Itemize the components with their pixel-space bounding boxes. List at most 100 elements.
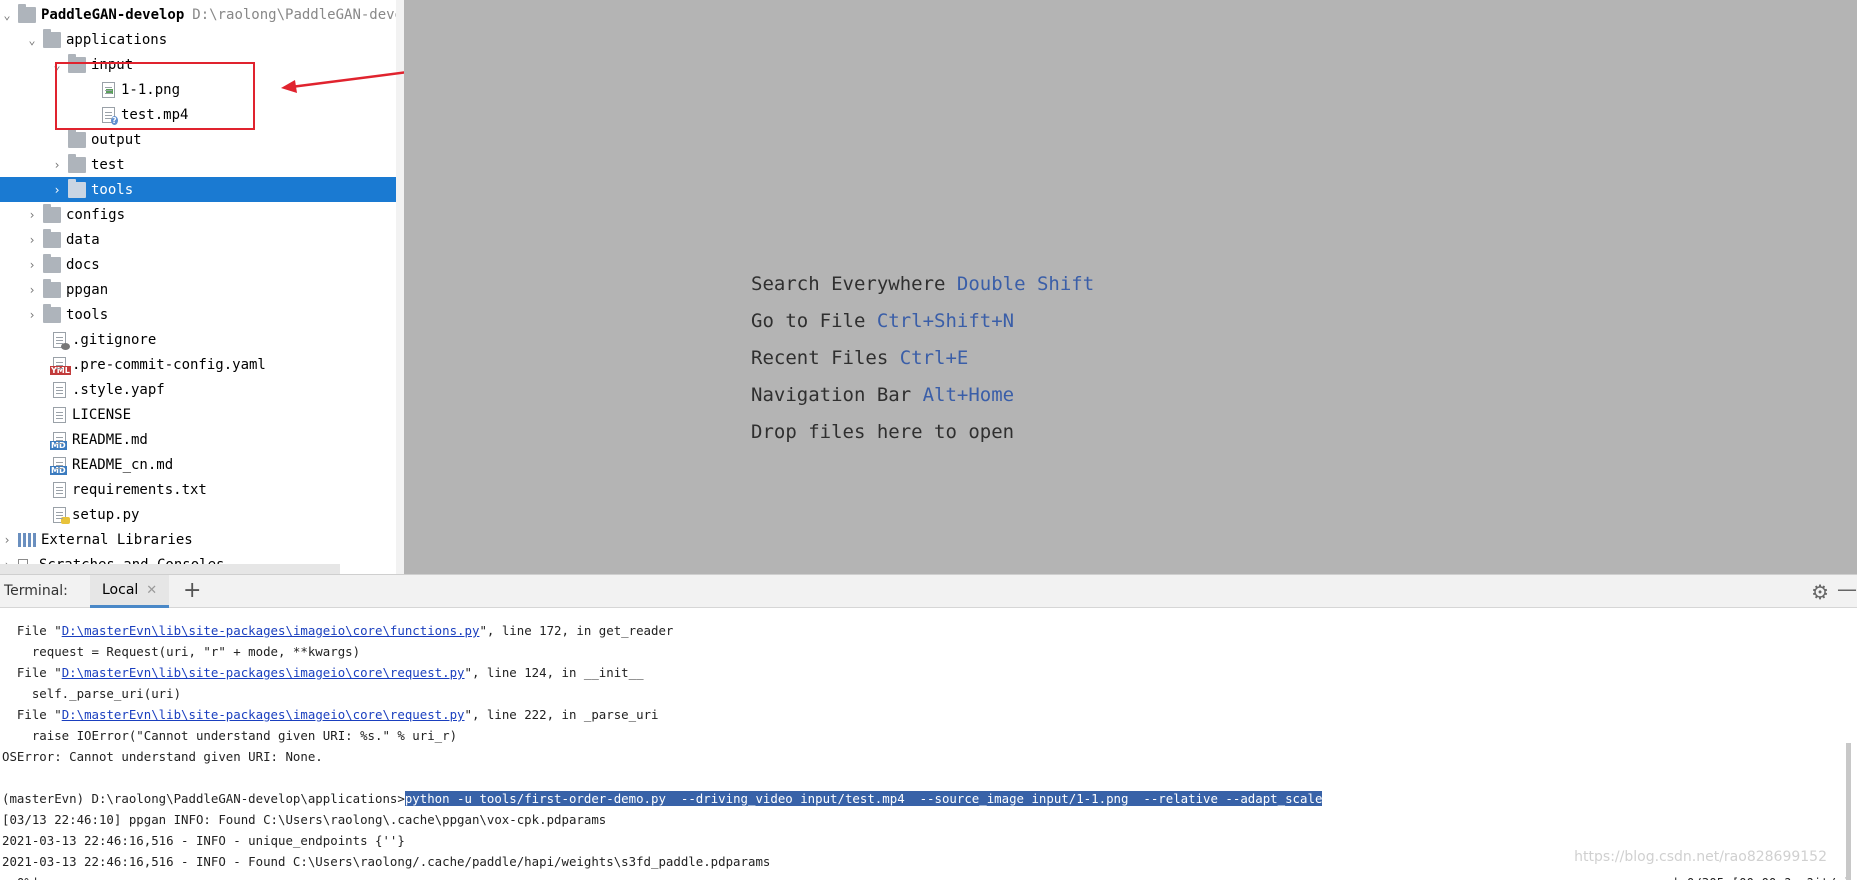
file-link[interactable]: D:\masterEvn\lib\site-packages\imageio\c… [62,623,480,638]
progress-right: | 0/305 [00:00<?, ?it/s] [1672,872,1851,880]
hint-recent-files: Recent Files Ctrl+E [751,347,968,369]
hint-go-to-file: Go to File Ctrl+Shift+N [751,310,1014,332]
tree-horizontal-scrollbar[interactable] [0,564,340,574]
tree-item-label: test.mp4 [121,106,189,123]
tree-item-tools-selected[interactable]: › tools [0,177,404,202]
chevron-down-icon[interactable]: ⌄ [25,33,39,47]
tree-item-label: tools [66,306,109,323]
tab-label: Local [102,582,139,598]
file-link[interactable]: D:\masterEvn\lib\site-packages\imageio\c… [62,707,465,722]
terminal-label: Terminal: [4,583,68,599]
terminal-line: self._parse_uri(uri) [2,686,182,701]
hint-navigation-bar: Navigation Bar Alt+Home [751,384,1014,406]
text-file-icon [53,406,66,423]
tree-item-label: ppgan [66,281,109,298]
tree-item-label: data [66,231,100,248]
terminal-command-line: (masterEvn) D:\raolong\PaddleGAN-develop… [2,788,1323,809]
chevron-right-icon[interactable]: › [0,533,14,547]
tree-item-pre-commit-config[interactable]: YML .pre-commit-config.yaml [0,352,404,377]
hint-label: Search Everywhere [751,273,946,295]
line-text: File " [2,707,62,722]
tree-item-applications[interactable]: ⌄ applications [0,27,404,52]
tree-item-style-yapf[interactable]: .style.yapf [0,377,404,402]
tree-item-ppgan[interactable]: › ppgan [0,277,404,302]
chevron-right-icon[interactable]: › [25,308,39,322]
line-text: ", line 172, in get_reader [479,623,674,638]
tree-item-license[interactable]: LICENSE [0,402,404,427]
tree-item-test[interactable]: › test [0,152,404,177]
hint-shortcut: Ctrl+E [899,347,969,369]
tree-item-requirements[interactable]: requirements.txt [0,477,404,502]
terminal-line: File "D:\masterEvn\lib\site-packages\ima… [2,662,644,683]
hint-search-everywhere: Search Everywhere Double Shift [751,273,1094,295]
chevron-right-icon[interactable]: › [50,183,64,197]
terminal-line: 2021-03-13 22:46:16,516 - INFO - Found C… [2,854,771,869]
tree-item-label: test [91,156,125,173]
folder-icon [43,203,61,223]
project-name: PaddleGAN-develop [41,6,185,23]
hint-shortcut: Double Shift [956,273,1095,295]
folder-icon [43,228,61,248]
markdown-file-icon: MD [50,431,67,450]
chevron-right-icon[interactable]: › [50,158,64,172]
shell-prompt: (masterEvn) D:\raolong\PaddleGAN-develop… [2,791,405,806]
chevron-down-icon[interactable]: ⌄ [0,8,14,22]
tree-item-label: applications [66,31,168,48]
folder-icon [43,303,61,323]
chevron-right-icon[interactable]: › [25,258,39,272]
tree-item-data[interactable]: › data [0,227,404,252]
chevron-right-icon[interactable]: › [25,233,39,247]
tree-item-test-mp4[interactable]: ? test.mp4 [0,102,404,127]
hint-label: Go to File [751,310,866,332]
tree-item-tools[interactable]: › tools [0,302,404,327]
library-icon [18,532,36,547]
tree-item-label: README_cn.md [72,456,174,473]
tree-item-label: External Libraries [41,531,193,548]
tab-local[interactable]: Local ✕ [90,575,170,608]
git-badge [61,342,70,350]
tree-item-docs[interactable]: › docs [0,252,404,277]
text-file-icon [53,381,66,398]
hint-drop-files: Drop files here to open [751,421,1014,443]
tree-item-label: tools [91,181,134,198]
folder-icon [68,128,86,148]
tree-item-setup-py[interactable]: setup.py [0,502,404,527]
gear-icon[interactable]: ⚙ [1811,580,1829,604]
yml-badge: YML [50,365,71,375]
selected-command[interactable]: python -u tools/first-order-demo.py --dr… [404,791,1323,806]
terminal-line: OSError: Cannot understand given URI: No… [2,749,323,764]
terminal-scrollbar[interactable] [1846,743,1851,880]
close-icon[interactable]: ✕ [146,583,157,598]
tree-item-project-root[interactable]: ⌄ PaddleGAN-develop D:\raolong\PaddleGAN… [0,2,404,27]
line-text: File " [2,665,62,680]
add-tab-icon[interactable]: + [183,578,201,604]
terminal-line: File "D:\masterEvn\lib\site-packages\ima… [2,620,674,641]
image-file-icon [102,81,115,98]
terminal-output[interactable]: File "D:\masterEvn\lib\site-packages\ima… [0,608,1857,880]
chevron-down-icon[interactable]: ⌄ [50,58,64,72]
folder-icon [68,153,86,173]
file-link[interactable]: D:\masterEvn\lib\site-packages\imageio\c… [62,665,465,680]
line-text: File " [2,623,62,638]
tree-item-external-libraries[interactable]: › External Libraries [0,527,404,552]
terminal-line: raise IOError("Cannot understand given U… [2,728,458,743]
tree-item-readme-cn[interactable]: MD README_cn.md [0,452,404,477]
tree-item-output[interactable]: output [0,127,404,152]
gitignore-file-icon [53,331,70,350]
chevron-right-icon[interactable]: › [25,283,39,297]
hint-shortcut: Ctrl+Shift+N [876,310,1015,332]
tree-item-label: requirements.txt [72,481,207,498]
tree-item-label: 1-1.png [121,81,181,98]
python-badge [61,516,70,524]
editor-empty-area[interactable]: Search Everywhere Double Shift Go to Fil… [404,0,1857,574]
line-text: ", line 222, in _parse_uri [464,707,659,722]
annotation-arrow-icon [281,71,404,93]
minimize-icon[interactable]: — [1837,577,1857,601]
tree-item-configs[interactable]: › configs [0,202,404,227]
chevron-right-icon[interactable]: › [25,208,39,222]
text-file-icon [53,481,66,498]
question-badge: ? [111,115,118,125]
tree-item-gitignore[interactable]: .gitignore [0,327,404,352]
tree-item-readme[interactable]: MD README.md [0,427,404,452]
tree-item-label: docs [66,256,100,273]
